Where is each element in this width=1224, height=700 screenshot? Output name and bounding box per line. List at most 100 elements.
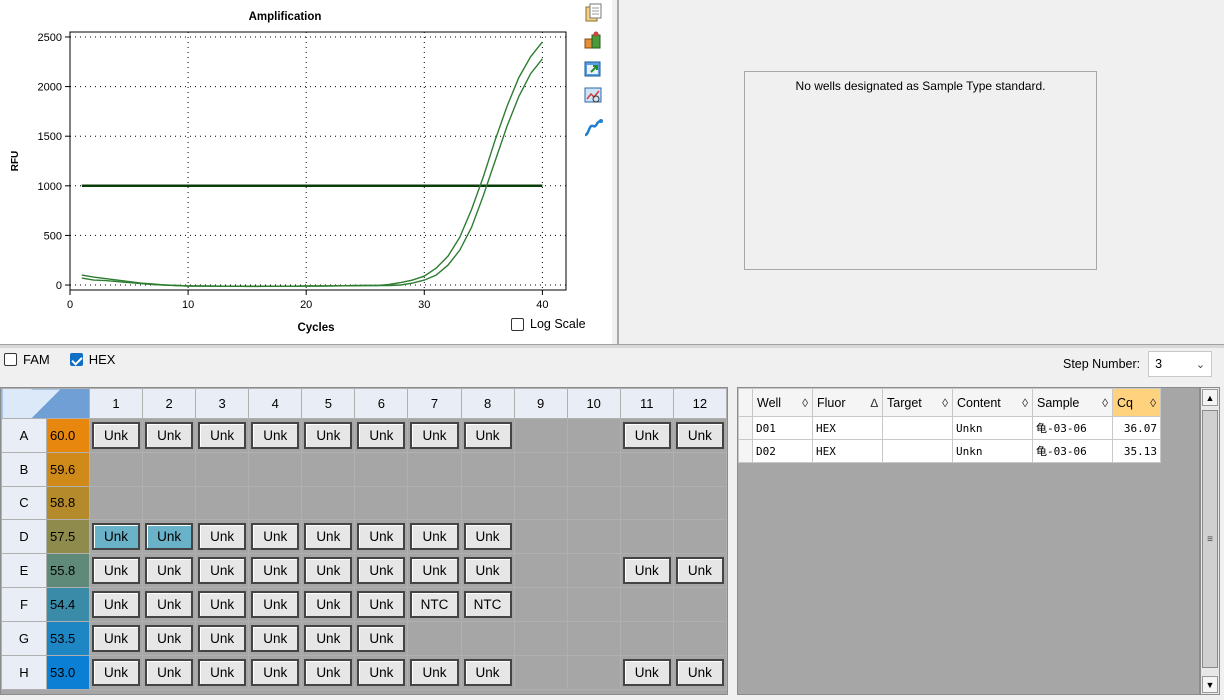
sort-icon[interactable]: ◊ xyxy=(942,396,948,410)
well-content-button[interactable]: Unk xyxy=(145,523,194,551)
well-A1[interactable]: Unk xyxy=(88,418,144,453)
well-C4[interactable] xyxy=(248,485,303,521)
well-content-button[interactable]: Unk xyxy=(675,422,724,449)
well-E5[interactable]: Unk xyxy=(301,553,356,589)
plate-corner-select-all[interactable] xyxy=(1,388,90,419)
plate-row-header-C[interactable]: C xyxy=(1,485,47,521)
log-scale-toggle[interactable]: Log Scale xyxy=(511,317,586,331)
well-content-button[interactable]: Unk xyxy=(198,523,247,551)
well-H10[interactable] xyxy=(566,655,621,691)
well-E6[interactable]: Unk xyxy=(354,553,409,589)
well-A8[interactable]: Unk xyxy=(460,418,515,453)
well-content-button[interactable]: Unk xyxy=(91,523,141,551)
well-content-button[interactable]: Unk xyxy=(251,659,300,687)
well-content-button[interactable]: Unk xyxy=(251,422,300,449)
sort-icon[interactable]: ◊ xyxy=(802,396,808,410)
sort-icon[interactable]: ∆ xyxy=(871,396,878,410)
well-D10[interactable] xyxy=(566,519,621,555)
well-A5[interactable]: Unk xyxy=(301,418,356,453)
well-content-button[interactable]: Unk xyxy=(463,557,512,585)
sort-icon[interactable]: ◊ xyxy=(1102,396,1108,410)
well-D11[interactable] xyxy=(619,519,674,555)
well-E9[interactable] xyxy=(513,553,568,589)
well-B7[interactable] xyxy=(407,452,462,487)
column-header-well[interactable]: Well ◊ xyxy=(752,388,813,417)
well-content-button[interactable]: Unk xyxy=(357,625,406,653)
well-content-button[interactable]: Unk xyxy=(91,625,141,653)
plate-row-header-G[interactable]: G xyxy=(1,621,47,657)
well-B12[interactable] xyxy=(672,452,728,487)
well-D2[interactable]: Unk xyxy=(142,519,197,555)
well-content-button[interactable]: Unk xyxy=(357,422,406,449)
step-number-select[interactable]: 3 ⌄ xyxy=(1148,351,1213,377)
well-A6[interactable]: Unk xyxy=(354,418,409,453)
well-content-button[interactable]: Unk xyxy=(622,659,671,687)
well-content-button[interactable]: Unk xyxy=(463,659,512,687)
well-C3[interactable] xyxy=(195,485,250,521)
well-content-button[interactable]: Unk xyxy=(463,523,512,551)
well-F11[interactable] xyxy=(619,587,674,623)
scroll-down-icon[interactable]: ▼ xyxy=(1202,676,1218,693)
well-B6[interactable] xyxy=(354,452,409,487)
well-D6[interactable]: Unk xyxy=(354,519,409,555)
well-A3[interactable]: Unk xyxy=(195,418,250,453)
well-F6[interactable]: Unk xyxy=(354,587,409,623)
fluor-fam[interactable]: FAM xyxy=(4,352,50,367)
well-table-scrollbar[interactable]: ▲ ≡ ▼ xyxy=(1200,387,1220,695)
well-B10[interactable] xyxy=(566,452,621,487)
well-content-button[interactable]: Unk xyxy=(357,557,406,585)
scroll-up-icon[interactable]: ▲ xyxy=(1202,389,1218,406)
well-B3[interactable] xyxy=(195,452,250,487)
column-header-content[interactable]: Content ◊ xyxy=(952,388,1033,417)
well-A7[interactable]: Unk xyxy=(407,418,462,453)
table-cell-well[interactable]: D01 xyxy=(752,416,813,440)
well-content-button[interactable]: Unk xyxy=(198,625,247,653)
plate-column-header-12[interactable]: 12 xyxy=(672,388,728,419)
well-content-button[interactable]: Unk xyxy=(251,557,300,585)
fluor-hex[interactable]: HEX xyxy=(69,352,115,367)
plate-column-header-4[interactable]: 4 xyxy=(248,388,303,419)
plate-column-header-1[interactable]: 1 xyxy=(88,388,144,419)
well-B5[interactable] xyxy=(301,452,356,487)
well-D1[interactable]: Unk xyxy=(88,519,144,555)
fluor-hex-checkbox[interactable] xyxy=(69,353,83,366)
well-content-button[interactable]: NTC xyxy=(463,591,512,619)
well-G5[interactable]: Unk xyxy=(301,621,356,657)
well-C8[interactable] xyxy=(460,485,515,521)
well-content-button[interactable]: Unk xyxy=(304,625,353,653)
table-cell-target[interactable] xyxy=(882,439,953,463)
well-H6[interactable]: Unk xyxy=(354,655,409,691)
scroll-thumb[interactable]: ≡ xyxy=(1202,410,1218,668)
well-G11[interactable] xyxy=(619,621,674,657)
well-H3[interactable]: Unk xyxy=(195,655,250,691)
well-content-button[interactable]: Unk xyxy=(304,557,353,585)
table-cell-fluor[interactable]: HEX xyxy=(812,416,883,440)
well-content-button[interactable]: Unk xyxy=(410,659,459,687)
well-content-button[interactable]: Unk xyxy=(145,659,194,687)
well-C6[interactable] xyxy=(354,485,409,521)
well-B2[interactable] xyxy=(142,452,197,487)
well-B4[interactable] xyxy=(248,452,303,487)
well-G8[interactable] xyxy=(460,621,515,657)
well-B9[interactable] xyxy=(513,452,568,487)
well-D9[interactable] xyxy=(513,519,568,555)
well-E2[interactable]: Unk xyxy=(142,553,197,589)
well-content-button[interactable]: Unk xyxy=(251,591,300,619)
well-G1[interactable]: Unk xyxy=(88,621,144,657)
open-window-icon[interactable] xyxy=(578,58,608,80)
well-G12[interactable] xyxy=(672,621,728,657)
well-G7[interactable] xyxy=(407,621,462,657)
well-F3[interactable]: Unk xyxy=(195,587,250,623)
plate-row-header-F[interactable]: F xyxy=(1,587,47,623)
well-F1[interactable]: Unk xyxy=(88,587,144,623)
well-H12[interactable]: Unk xyxy=(672,655,728,691)
well-C7[interactable] xyxy=(407,485,462,521)
well-E3[interactable]: Unk xyxy=(195,553,250,589)
plate-column-header-8[interactable]: 8 xyxy=(460,388,515,419)
plate-column-header-7[interactable]: 7 xyxy=(407,388,462,419)
well-content-button[interactable]: Unk xyxy=(251,625,300,653)
horizontal-splitter[interactable] xyxy=(0,344,1224,348)
well-content-button[interactable]: Unk xyxy=(91,591,141,619)
table-cell-sample[interactable]: 龟-03-06 xyxy=(1032,439,1113,463)
well-content-button[interactable]: Unk xyxy=(198,591,247,619)
